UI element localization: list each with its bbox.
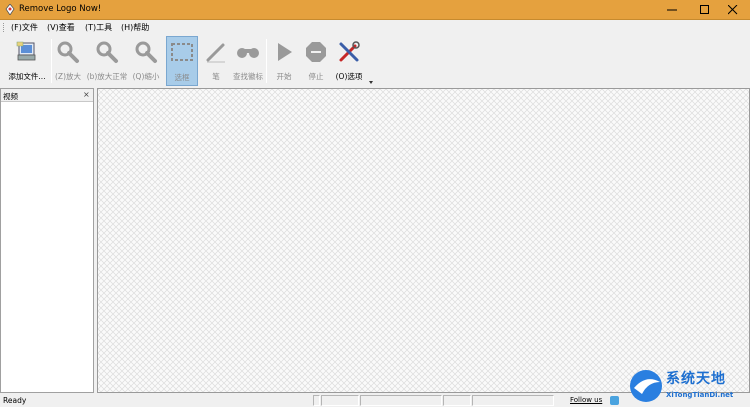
menu-view[interactable]: (V)查看 [47,22,75,33]
menu-tools[interactable]: (T)工具 [85,22,112,33]
close-icon [728,5,738,15]
follow-us-link[interactable]: Follow us [570,396,602,404]
zoom-out-button[interactable]: (Q)缩小 [131,36,161,86]
add-file-label: 添加文件... [8,72,46,81]
stop-icon [306,42,326,62]
status-text: Ready [3,396,27,405]
menubar-grip [3,23,5,32]
find-logo-label: 查找徽标 [233,72,263,81]
options-dropdown-arrow[interactable] [369,81,373,84]
stop-label: 停止 [308,72,324,81]
tools-icon [339,41,360,62]
zoom-out-label: (Q)缩小 [132,72,160,81]
zoom-in-label: (Z)放大 [55,72,81,81]
find-logo-button[interactable]: 查找徽标 [231,36,265,86]
toolbar: 添加文件... (Z)放大 (b)放大正常 (Q)缩小 选框 笔 查找徽标 开始… [0,35,750,87]
status-panel [472,395,554,406]
zoom-normal-icon [96,41,118,63]
pen-tool-button[interactable]: 笔 [201,36,231,86]
preview-canvas[interactable] [97,88,750,393]
add-file-icon [16,41,36,61]
play-icon [278,43,292,61]
zoom-in-icon [57,41,79,63]
zoom-out-icon [135,41,157,63]
status-panel [321,395,359,406]
close-button[interactable] [717,0,750,20]
binoculars-icon [237,48,259,58]
menu-file[interactable]: (F)文件 [11,22,38,33]
toolbar-separator [266,39,267,83]
minimize-button[interactable] [656,0,689,20]
zoom-normal-button[interactable]: (b)放大正常 [85,36,129,86]
menu-help[interactable]: (H)帮助 [121,22,149,33]
pen-icon [206,43,225,63]
status-panel [443,395,471,406]
start-button[interactable]: 开始 [270,36,298,86]
watermark-url: XiTongTianDi.net [666,391,734,399]
watermark-logo-icon [630,370,662,402]
marquee-icon [171,43,193,61]
options-label: (O)选项 [335,72,363,81]
title-bar: Remove Logo Now! [0,0,750,20]
checker-pattern [98,89,749,392]
select-tool-button[interactable]: 选框 [166,36,198,86]
options-button[interactable]: (O)选项 [333,36,365,86]
status-panel [313,395,320,406]
status-panel [360,395,442,406]
add-file-button[interactable]: 添加文件... [6,36,48,86]
start-label: 开始 [276,72,292,81]
minimize-icon [667,9,677,11]
site-watermark: 系统天地 XiTongTianDi.net [628,366,750,406]
pen-tool-label: 笔 [212,72,220,81]
video-panel-header: 视频 × [1,89,93,102]
select-tool-label: 选框 [174,73,190,82]
window-title: Remove Logo Now! [19,4,102,14]
maximize-icon [700,5,709,14]
stop-button[interactable]: 停止 [302,36,330,86]
video-panel-title: 视频 [3,92,18,101]
menu-bar: (F)文件 (V)查看 (T)工具 (H)帮助 [0,20,750,35]
zoom-normal-label: (b)放大正常 [86,72,128,81]
video-panel: 视频 × [0,88,94,393]
watermark-text: 系统天地 [666,371,726,387]
twitter-icon[interactable] [610,396,619,405]
app-icon [5,4,15,15]
panel-close-icon[interactable]: × [83,90,90,99]
toolbar-separator [51,39,52,83]
zoom-in-button[interactable]: (Z)放大 [53,36,83,86]
